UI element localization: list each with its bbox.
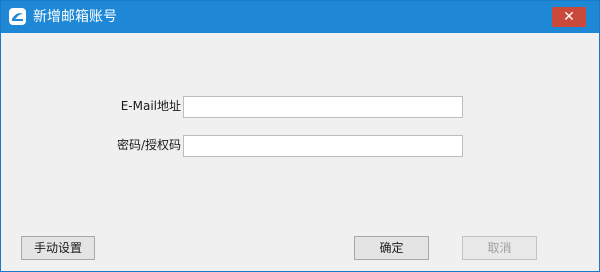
close-icon: ✕ — [563, 9, 575, 25]
password-label: 密码/授权码 — [116, 138, 181, 152]
close-button[interactable]: ✕ — [552, 7, 586, 27]
dialog-body: E-Mail地址 密码/授权码 手动设置 确定 取消 — [1, 33, 599, 271]
mail-app-icon — [9, 8, 26, 25]
title-bar[interactable]: 新增邮箱账号 ✕ — [1, 1, 599, 33]
confirm-button[interactable]: 确定 — [354, 236, 429, 260]
password-field[interactable] — [183, 135, 463, 157]
cancel-button[interactable]: 取消 — [462, 236, 537, 260]
email-field[interactable] — [183, 96, 463, 118]
manual-settings-button[interactable]: 手动设置 — [21, 236, 95, 260]
add-mail-account-dialog: 新增邮箱账号 ✕ E-Mail地址 密码/授权码 手动设置 确定 取消 — [0, 0, 600, 272]
dialog-title: 新增邮箱账号 — [33, 9, 117, 25]
email-label: E-Mail地址 — [120, 99, 181, 113]
